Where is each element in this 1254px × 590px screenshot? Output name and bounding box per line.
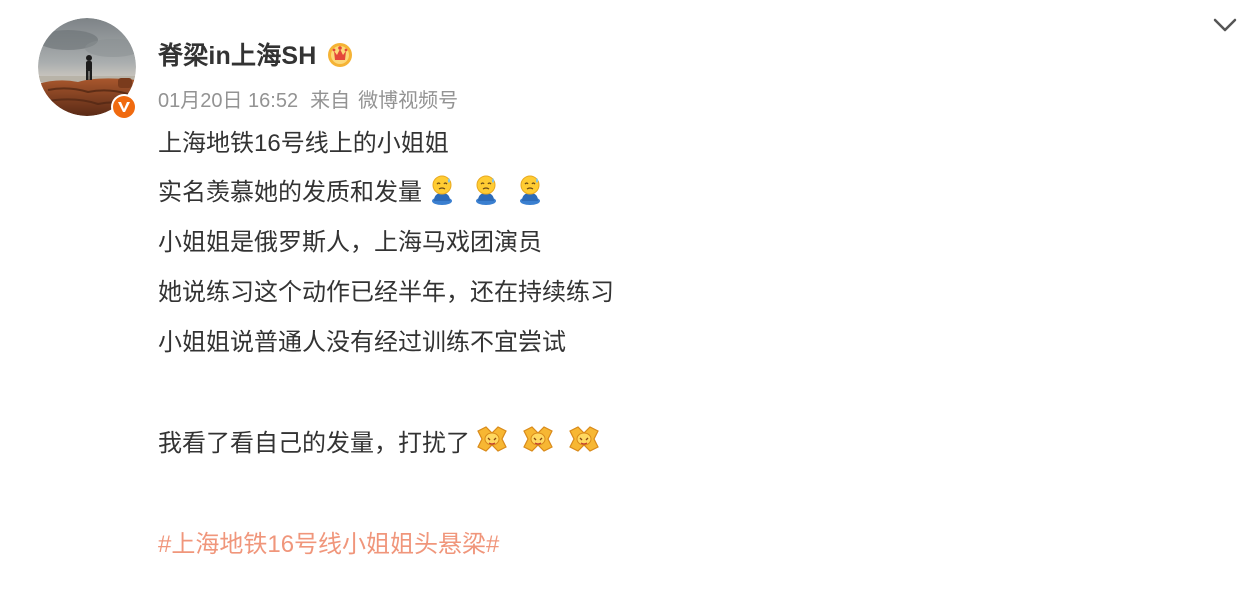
verified-badge-icon	[111, 94, 137, 120]
sweat-emoji-icon	[476, 175, 496, 205]
post-source-link[interactable]: 微博视频号	[358, 84, 458, 113]
post-line-text: 小姐姐是俄罗斯人，上海马戏团演员	[158, 228, 542, 256]
post-line-5: 小姐姐说普通人没有经过训练不宜尝试	[158, 319, 566, 359]
post-line-2: 实名羡慕她的发质和发量	[158, 169, 546, 209]
post-timestamp[interactable]: 01月20日 16:52	[158, 84, 298, 113]
from-label: 来自	[310, 89, 351, 112]
post-line-text: 她说练习这个动作已经半年，还在持续练习	[158, 278, 614, 306]
post-line-text: 上海地铁16号线上的小姐姐	[158, 129, 449, 157]
bow-emoji-icon	[569, 426, 599, 452]
sweat-emoji-icon	[520, 175, 540, 205]
author-header: 脊梁in上海SH	[158, 34, 355, 74]
post-line-3: 小姐姐是俄罗斯人，上海马戏团演员	[158, 219, 542, 259]
bow-emoji-icon	[523, 426, 553, 452]
bow-emoji-icon	[477, 426, 507, 452]
sweat-emoji-icon	[432, 175, 452, 205]
post-line-1: 上海地铁16号线上的小姐姐	[158, 120, 449, 160]
post-line-text: 我看了看自己的发量，打扰了	[158, 429, 470, 457]
chevron-down-icon[interactable]	[1210, 10, 1240, 40]
hashtag-link[interactable]: #上海地铁16号线小姐姐头悬梁#	[158, 521, 499, 561]
post-line-4: 她说练习这个动作已经半年，还在持续练习	[158, 269, 614, 309]
post-line-text: 实名羡慕她的发质和发量	[158, 178, 422, 206]
avatar[interactable]	[38, 18, 137, 120]
post-line-6: 我看了看自己的发量，打扰了	[158, 420, 602, 460]
vip-crown-icon[interactable]	[325, 39, 355, 69]
author-name[interactable]: 脊梁in上海SH	[158, 36, 317, 72]
post-line-text: 小姐姐说普通人没有经过训练不宜尝试	[158, 328, 566, 356]
post-meta: 01月20日 16:52 来自 微博视频号	[158, 83, 458, 113]
